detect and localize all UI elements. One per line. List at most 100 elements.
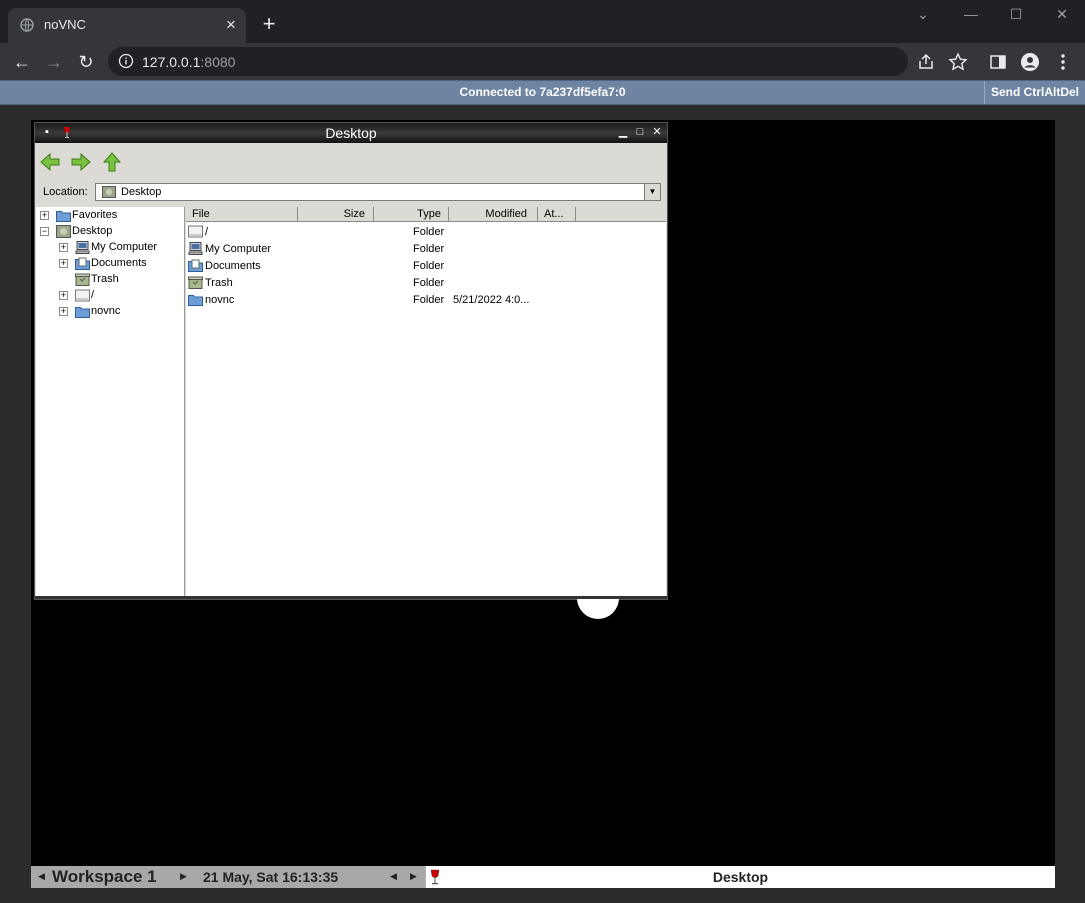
computer-icon: [75, 241, 90, 254]
tree-item-label: Trash: [91, 273, 119, 285]
maximize-window-icon[interactable]: ☐: [1001, 6, 1031, 26]
task-title: Desktop: [712, 869, 769, 885]
tree-expand-icon[interactable]: +: [59, 291, 68, 300]
send-ctrl-alt-del-button[interactable]: Send CtrlAltDel: [984, 81, 1085, 104]
tab-title: noVNC: [44, 17, 86, 32]
new-tab-icon[interactable]: +: [258, 13, 280, 35]
tab-close-icon[interactable]: ×: [222, 16, 240, 34]
folder-tree: + Favorites − Desktop + My Computer + Do…: [36, 207, 185, 597]
trash-icon: [188, 276, 203, 289]
location-value: Desktop: [121, 186, 162, 198]
tree-item-label: Desktop: [72, 225, 113, 237]
connection-status: Connected to 7a237df5efa7:0: [459, 85, 626, 99]
tree-expand-icon[interactable]: +: [59, 307, 68, 316]
list-item[interactable]: novnc Folder 5/21/2022 4:0...: [186, 292, 666, 309]
profile-avatar-icon[interactable]: [1020, 52, 1040, 72]
browser-menu-icon[interactable]: [1053, 52, 1073, 72]
tree-expand-icon[interactable]: +: [59, 243, 68, 252]
tree-item-label: /: [91, 289, 95, 301]
url-port: :8080: [200, 54, 236, 70]
window-title-bar[interactable]: ▪ Desktop ▁ □ ✕: [35, 123, 667, 143]
window-maximize-icon[interactable]: □: [634, 126, 646, 138]
next-workspace-icon[interactable]: ▶: [180, 871, 187, 882]
window-title: Desktop: [325, 125, 377, 141]
file-type: Folder: [413, 260, 445, 272]
file-name: Trash: [205, 277, 233, 289]
back-arrow-icon[interactable]: [39, 151, 61, 173]
tree-item-label: My Computer: [91, 241, 158, 253]
documents-folder-icon: [75, 257, 90, 270]
column-header-attributes[interactable]: At...: [538, 207, 576, 222]
bookmark-star-icon[interactable]: [948, 52, 968, 72]
file-name: /: [205, 226, 209, 238]
location-combo[interactable]: Desktop ▼: [95, 183, 661, 201]
forward-arrow-icon[interactable]: [70, 151, 92, 173]
desktop-icon: [56, 225, 71, 238]
address-bar[interactable]: 127.0.0.1:8080: [108, 47, 968, 76]
desktop-icon: [102, 186, 116, 198]
window-close-icon[interactable]: ✕: [651, 126, 663, 138]
browser-toolbar: ← → ↻ 127.0.0.1:8080: [0, 43, 1085, 80]
browser-tab[interactable]: noVNC ×: [8, 8, 246, 43]
taskbar-task-desktop[interactable]: Desktop: [426, 866, 1055, 888]
reload-icon[interactable]: ↻: [74, 50, 98, 74]
forward-icon[interactable]: →: [42, 50, 66, 74]
column-header-filler: [576, 207, 666, 222]
file-list: File Size Type Modified At... / Folder M…: [186, 207, 666, 597]
tree-expand-icon[interactable]: +: [40, 211, 49, 220]
close-window-icon[interactable]: ✕: [1047, 6, 1077, 26]
file-name: Documents: [205, 260, 261, 272]
column-header-modified[interactable]: Modified: [449, 207, 538, 222]
tree-expand-icon[interactable]: +: [59, 259, 68, 268]
file-type: Folder: [413, 243, 445, 255]
workspace-switcher: ◀ Workspace 1 ▶ 21 May, Sat 16:13:35 ◀ ▶: [31, 866, 425, 888]
trash-icon: [75, 273, 90, 286]
prev-task-icon[interactable]: ◀: [390, 871, 397, 882]
file-name: novnc: [205, 294, 235, 306]
tree-item-label: Documents: [91, 257, 147, 269]
location-dropdown-icon[interactable]: ▼: [644, 184, 660, 200]
tab-search-icon[interactable]: ⌄: [908, 6, 938, 26]
remote-cursor: [577, 599, 619, 619]
list-item[interactable]: Trash Folder: [186, 275, 666, 292]
folder-icon: [56, 211, 71, 222]
site-info-icon[interactable]: [118, 53, 134, 69]
workspace-name[interactable]: Workspace 1: [52, 867, 157, 887]
documents-folder-icon: [188, 259, 203, 272]
folder-icon: [75, 307, 90, 318]
share-icon[interactable]: [916, 52, 936, 72]
side-panel-icon[interactable]: [988, 52, 1008, 72]
globe-icon: [20, 18, 34, 32]
list-item[interactable]: My Computer Folder: [186, 241, 666, 258]
list-item[interactable]: / Folder: [186, 224, 666, 241]
url-host: 127.0.0.1: [142, 54, 201, 70]
file-type: Folder: [413, 226, 445, 238]
column-header-file[interactable]: File: [186, 207, 298, 222]
up-arrow-icon[interactable]: [101, 151, 123, 173]
prev-workspace-icon[interactable]: ◀: [38, 871, 45, 882]
back-icon[interactable]: ←: [10, 50, 34, 74]
tree-item-label: Favorites: [72, 209, 118, 221]
column-header-size[interactable]: Size: [298, 207, 374, 222]
minimize-window-icon[interactable]: —: [956, 6, 986, 26]
file-manager-toolbar: [35, 143, 667, 179]
file-modified: 5/21/2022 4:0...: [453, 294, 530, 306]
window-bottom-border[interactable]: [35, 596, 667, 599]
file-type: Folder: [413, 277, 445, 289]
tree-collapse-icon[interactable]: −: [40, 227, 49, 236]
computer-icon: [188, 242, 203, 255]
file-type: Folder: [413, 294, 445, 306]
window-minimize-icon[interactable]: ▁: [617, 126, 629, 138]
list-item[interactable]: Documents Folder: [186, 258, 666, 275]
vnc-canvas[interactable]: ▪ Desktop ▁ □ ✕ Location: Desktop ▼ + Fa…: [31, 120, 1055, 888]
file-name: My Computer: [205, 243, 272, 255]
drive-icon: [188, 225, 203, 238]
column-header-type[interactable]: Type: [374, 207, 449, 222]
location-bar: Location: Desktop ▼: [35, 179, 667, 205]
file-manager-window: ▪ Desktop ▁ □ ✕ Location: Desktop ▼ + Fa…: [34, 122, 668, 600]
location-label: Location:: [43, 186, 88, 198]
folder-icon: [188, 295, 203, 306]
browser-tab-strip: noVNC × + ⌄ — ☐ ✕: [0, 0, 1085, 43]
next-task-icon[interactable]: ▶: [410, 871, 417, 882]
clock: 21 May, Sat 16:13:35: [203, 869, 339, 885]
